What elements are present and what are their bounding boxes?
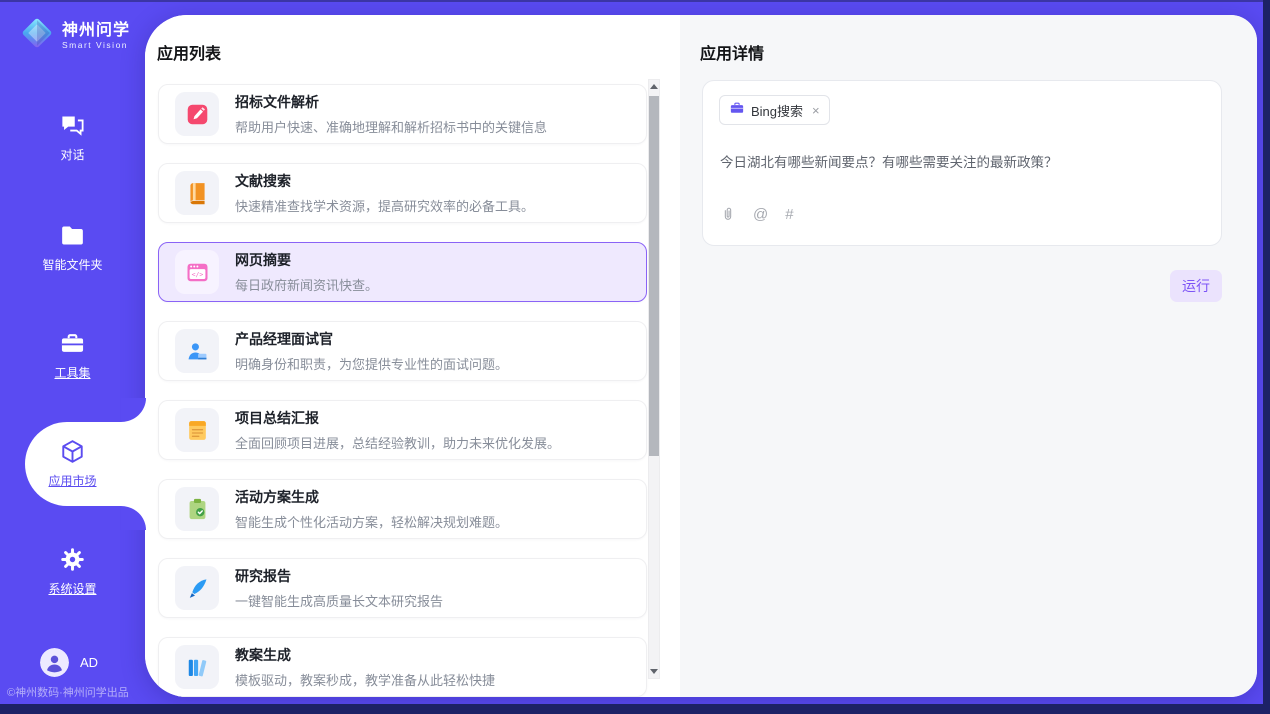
app-card-title: 活动方案生成 [235, 487, 508, 507]
app-card-literature-search[interactable]: 文献搜索快速精准查找学术资源，提高研究效率的必备工具。 [158, 163, 647, 223]
main-content: 应用列表 招标文件解析帮助用户快速、准确地理解和解析招标书中的关键信息文献搜索快… [145, 15, 1257, 697]
window-bottom-bar [0, 704, 1270, 714]
app-card-title: 研究报告 [235, 566, 443, 586]
app-card-title: 文献搜索 [235, 171, 534, 191]
user-avatar-icon [40, 648, 69, 677]
mention-icon[interactable]: @ [753, 206, 768, 223]
clipboard-check-icon [175, 487, 219, 531]
run-button[interactable]: 运行 [1170, 270, 1222, 302]
app-detail-title: 应用详情 [700, 40, 764, 64]
prompt-input[interactable]: 今日湖北有哪些新闻要点？有哪些需要关注的最新政策？ [720, 151, 1206, 171]
scroll-up-arrow[interactable] [649, 80, 659, 93]
tool-tag-label: Bing搜索 [751, 101, 803, 120]
paperclip-icon[interactable] [720, 207, 736, 223]
sidebar-item-settings[interactable]: 系统设置 [0, 546, 145, 597]
app-card-desc: 一键智能生成高质量长文本研究报告 [235, 591, 443, 610]
app-card-research-report[interactable]: 研究报告一键智能生成高质量长文本研究报告 [158, 558, 647, 618]
app-card-pm-interviewer[interactable]: 产品经理面试官明确身份和职责，为您提供专业性的面试问题。 [158, 321, 647, 381]
app-card-desc: 帮助用户快速、准确地理解和解析招标书中的关键信息 [235, 117, 547, 136]
app-card-desc: 智能生成个性化活动方案，轻松解决规划难题。 [235, 512, 508, 531]
app-list-title: 应用列表 [157, 40, 221, 64]
app-card-title: 教案生成 [235, 645, 495, 665]
browser-code-icon: </> [175, 250, 219, 294]
gear-icon [59, 546, 86, 573]
scrollbar-thumb[interactable] [649, 96, 659, 456]
pen-square-icon [175, 92, 219, 136]
app-list: 招标文件解析帮助用户快速、准确地理解和解析招标书中的关键信息文献搜索快速精准查找… [158, 84, 647, 697]
sidebar-item-chat[interactable]: 对话 [0, 112, 145, 163]
app-card-desc: 快速精准查找学术资源，提高研究效率的必备工具。 [235, 196, 534, 215]
scroll-down-arrow[interactable] [649, 665, 659, 678]
remove-tool-icon[interactable]: × [812, 104, 820, 117]
app-card-bid-analysis[interactable]: 招标文件解析帮助用户快速、准确地理解和解析招标书中的关键信息 [158, 84, 647, 144]
app-card-project-summary[interactable]: 项目总结汇报全面回顾项目进展，总结经验教训，助力未来优化发展。 [158, 400, 647, 460]
brand-logo: 神州问学 Smart Vision [18, 14, 130, 57]
app-card-title: 项目总结汇报 [235, 408, 560, 428]
app-card-desc: 全面回顾项目进展，总结经验教训，助力未来优化发展。 [235, 433, 560, 452]
hash-icon[interactable]: # [785, 206, 793, 223]
window-top-edge [0, 0, 1270, 2]
tool-tag-bing-search[interactable]: Bing搜索 × [719, 95, 830, 125]
copyright-text: ©神州数码·神州问学出品 [7, 684, 129, 700]
svg-text:</>: </> [191, 270, 203, 278]
sidebar-item-smart-folders[interactable]: 智能文件夹 [0, 222, 145, 273]
app-card-lesson-plan[interactable]: 教案生成模板驱动，教案秒成，教学准备从此轻松快捷 [158, 637, 647, 697]
sidebar-item-label: 对话 [60, 146, 84, 163]
cube-icon [59, 438, 86, 465]
chat-icon [59, 112, 86, 139]
books-icon [175, 645, 219, 689]
app-card-web-summary[interactable]: </> 网页摘要每日政府新闻资讯快查。 [158, 242, 647, 302]
app-card-title: 网页摘要 [235, 250, 378, 270]
user-name: AD [80, 655, 98, 670]
sidebar: 神州问学 Smart Vision 对话智能文件夹工具集应用市场系统设置 AD … [0, 0, 145, 714]
quill-icon [175, 566, 219, 610]
folder-icon [59, 222, 86, 249]
prompt-card: Bing搜索 × 今日湖北有哪些新闻要点？有哪些需要关注的最新政策？ @# [702, 80, 1222, 246]
briefcase-icon [729, 100, 745, 121]
app-card-desc: 明确身份和职责，为您提供专业性的面试问题。 [235, 354, 508, 373]
sidebar-item-label: 系统设置 [48, 580, 96, 597]
app-detail-panel: 应用详情 Bing搜索 × 今日湖北有哪些新闻要点？有哪些需要关注的最新政策？ … [680, 15, 1257, 697]
memo-icon [175, 408, 219, 452]
composer-toolbar: @# [720, 206, 794, 223]
sidebar-item-label: 智能文件夹 [42, 256, 102, 273]
scrollbar[interactable] [648, 79, 660, 679]
book-icon [175, 171, 219, 215]
sidebar-item-app-market[interactable]: 应用市场 [0, 438, 145, 489]
app-card-desc: 每日政府新闻资讯快查。 [235, 275, 378, 294]
diamond-logo-icon [18, 14, 56, 57]
brand-name: 神州问学 [62, 22, 130, 40]
sidebar-item-label: 应用市场 [48, 472, 96, 489]
user-account[interactable]: AD [40, 648, 98, 677]
app-card-desc: 模板驱动，教案秒成，教学准备从此轻松快捷 [235, 670, 495, 689]
window-right-edge [1263, 0, 1270, 714]
sidebar-item-toolset[interactable]: 工具集 [0, 330, 145, 381]
toolbox-icon [59, 330, 86, 357]
app-list-panel: 应用列表 招标文件解析帮助用户快速、准确地理解和解析招标书中的关键信息文献搜索快… [145, 15, 680, 697]
app-card-title: 招标文件解析 [235, 92, 547, 112]
sidebar-item-label: 工具集 [54, 364, 90, 381]
interviewer-icon [175, 329, 219, 373]
app-card-title: 产品经理面试官 [235, 329, 508, 349]
app-card-event-plan[interactable]: 活动方案生成智能生成个性化活动方案，轻松解决规划难题。 [158, 479, 647, 539]
brand-tagline: Smart Vision [62, 40, 130, 50]
